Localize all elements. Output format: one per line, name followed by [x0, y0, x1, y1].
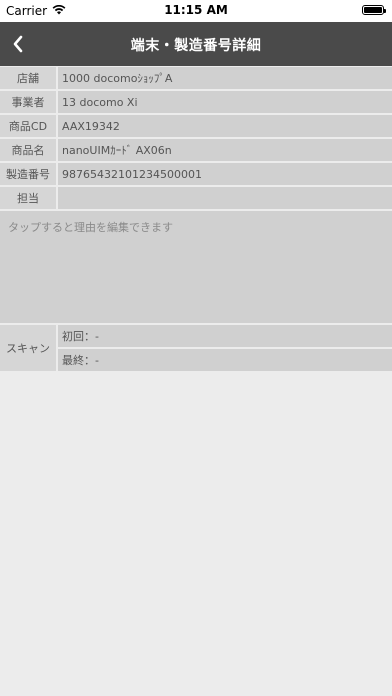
operator-label: 事業者	[0, 91, 56, 113]
status-time: 11:15 AM	[164, 3, 228, 17]
scan-section: スキャン 初回：- 最終：-	[0, 325, 392, 371]
product-code-value: AAX19342	[58, 115, 392, 137]
page-title: 端末・製造番号詳細	[130, 38, 262, 54]
staff-value	[58, 187, 392, 209]
detail-row-serial: 製造番号 98765432101234500001	[0, 163, 392, 185]
operator-value: 13 docomo Xi	[58, 91, 392, 113]
scan-last: 最終：-	[58, 349, 392, 371]
detail-row-product-code: 商品CD AAX19342	[0, 115, 392, 137]
battery-icon	[362, 5, 386, 15]
staff-label: 担当	[0, 187, 56, 209]
scan-first: 初回：-	[58, 325, 392, 347]
scan-values: 初回：- 最終：-	[58, 325, 392, 371]
detail-table: 店舗 1000 docomoｼｮｯﾌﾟA 事業者 13 docomo Xi 商品…	[0, 66, 392, 371]
detail-row-product-name: 商品名 nanoUIMｶｰﾄﾞ AX06n	[0, 139, 392, 161]
memo-placeholder: タップすると理由を編集できます	[8, 221, 173, 234]
reason-memo-field[interactable]: タップすると理由を編集できます	[0, 211, 392, 323]
navigation-bar: 端末・製造番号詳細	[0, 22, 392, 66]
store-label: 店舗	[0, 67, 56, 89]
product-code-label: 商品CD	[0, 115, 56, 137]
serial-label: 製造番号	[0, 163, 56, 185]
detail-row-carrier: 事業者 13 docomo Xi	[0, 91, 392, 113]
serial-value: 98765432101234500001	[58, 163, 392, 185]
product-name-label: 商品名	[0, 139, 56, 161]
product-name-value: nanoUIMｶｰﾄﾞ AX06n	[58, 139, 392, 161]
detail-row-store: 店舗 1000 docomoｼｮｯﾌﾟA	[0, 67, 392, 89]
status-bar: Carrier 11:15 AM	[0, 0, 392, 22]
store-value: 1000 docomoｼｮｯﾌﾟA	[58, 67, 392, 89]
detail-row-staff: 担当	[0, 187, 392, 209]
scan-label: スキャン	[0, 325, 56, 371]
